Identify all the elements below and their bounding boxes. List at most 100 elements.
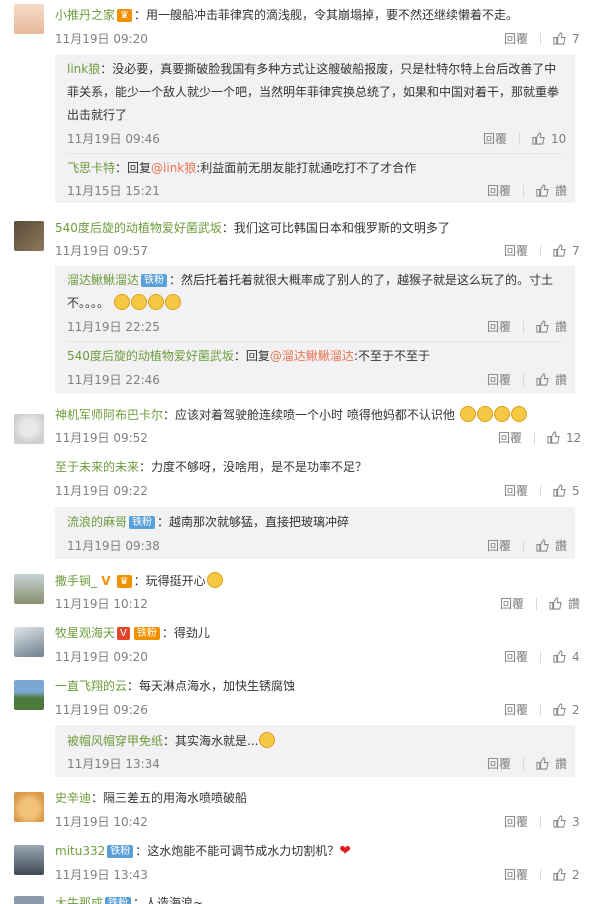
like-count: 2 (572, 867, 580, 882)
comment-text: ：其实海水就是... (163, 734, 259, 748)
username[interactable]: 撒手锏_ (55, 574, 97, 588)
username[interactable]: 溜达鰍鰍溜达 (67, 273, 139, 287)
thumbs-up-icon (553, 868, 566, 881)
thumbs-up-icon (536, 373, 549, 386)
mention-link[interactable]: @溜达鰍鰍溜达 (270, 349, 354, 363)
like-button[interactable]: 讚 (549, 595, 580, 612)
thumbs-up-icon (549, 597, 562, 610)
avatar[interactable] (14, 792, 44, 822)
timestamp: 11月15日 15:21 (67, 184, 160, 198)
avatar[interactable] (14, 896, 44, 904)
fan-badge: 铁粉 (107, 845, 134, 858)
laughing-emoji-icon (113, 294, 181, 310)
comment-actions: 回覆 讚 (487, 318, 567, 335)
reply-button[interactable]: 回覆 (504, 30, 528, 47)
timestamp: 11月19日 09:20 (55, 32, 148, 46)
like-button[interactable]: 5 (553, 484, 580, 498)
heart-icon: ❤ (339, 843, 351, 859)
like-button[interactable]: 12 (547, 431, 581, 445)
reply-button[interactable]: 回覆 (504, 648, 528, 665)
like-button[interactable]: 10 (532, 132, 566, 146)
username[interactable]: 540度后旋的动植物爱好菌武坂 (67, 349, 234, 363)
username[interactable]: link狼 (67, 62, 100, 76)
comment-text: ：没必要，真要撕破脸我国有多种方式让这艘破船报废，只是杜特尔特上台后改善了中菲关… (67, 62, 560, 122)
comment-actions: 回覆 讚 (487, 755, 567, 772)
reply-button[interactable]: 回覆 (504, 701, 528, 718)
like-button[interactable]: 讚 (536, 755, 567, 772)
username[interactable]: 史辛迪 (55, 791, 91, 805)
comment-actions: 回覆 7 (504, 30, 580, 47)
avatar[interactable] (14, 221, 44, 251)
thumbs-up-icon (547, 431, 560, 444)
like-button[interactable]: 讚 (536, 371, 567, 388)
mention-link[interactable]: @link狼 (151, 161, 196, 175)
timestamp: 11月19日 09:52 (55, 431, 148, 445)
fan-badge: 铁粉 (105, 897, 132, 904)
like-button[interactable]: 讚 (536, 318, 567, 335)
timestamp: 11月19日 22:25 (67, 320, 160, 334)
avatar[interactable] (14, 680, 44, 710)
comment-text: ：越南那次就够猛，直接把玻璃冲碎 (157, 515, 350, 529)
comment: 撒手锏_ V ♛ ：玩得挺开心 11月19日 10:12 回覆 讚 (0, 566, 595, 616)
like-label: 讚 (555, 373, 568, 387)
username[interactable]: 一直飞翔的云 (55, 679, 127, 693)
like-count: 7 (572, 243, 580, 258)
timestamp: 11月19日 10:42 (55, 815, 148, 829)
comment-text: ：每天淋点海水，加快生锈腐蚀 (127, 679, 296, 693)
comment-actions: 回覆 讚 (487, 537, 567, 554)
reply-prefix: ：回复 (115, 161, 152, 175)
username[interactable]: 流浪的麻哥 (67, 515, 127, 529)
reply-button[interactable]: 回覆 (487, 182, 511, 199)
reply-button[interactable]: 回覆 (487, 755, 511, 772)
like-button[interactable]: 讚 (536, 182, 567, 199)
vip-icon: V (97, 574, 115, 588)
username[interactable]: 大牛那成 (55, 896, 103, 904)
reply-thread: 溜达鰍鰍溜达 铁粉 ：然后托着托着就很大概率成了别人的了，越猴子就是这么玩了的。寸土… (55, 266, 575, 394)
reply-button[interactable]: 回覆 (504, 813, 528, 830)
reply-button[interactable]: 回覆 (504, 482, 528, 499)
avatar[interactable] (14, 845, 44, 875)
username[interactable]: 神机军师阿布巴卡尔 (55, 408, 163, 422)
username[interactable]: 被帽风帽穿甲免纸 (67, 734, 163, 748)
reply-button[interactable]: 回覆 (483, 130, 507, 147)
reply-button[interactable]: 回覆 (487, 371, 511, 388)
comment: 史辛迪：隔三差五的用海水喷喷破船 11月19日 10:42 回覆 3 (0, 784, 595, 834)
like-count: 12 (566, 430, 582, 445)
reply-button[interactable]: 回覆 (504, 242, 528, 259)
avatar[interactable] (14, 4, 44, 34)
timestamp: 11月19日 10:12 (55, 597, 148, 611)
reply-button[interactable]: 回覆 (487, 318, 511, 335)
comment: 小推丹之家 ♛ ：用一艘船冲击菲律宾的滴浅舰，令其崩塌掉，要不然还继续懒着不走。 1… (0, 0, 595, 52)
thumbs-up-icon (553, 32, 566, 45)
like-button[interactable]: 7 (553, 32, 580, 46)
reply-button[interactable]: 回覆 (487, 537, 511, 554)
tongue-emoji-icon (259, 732, 276, 748)
fan-badge: 铁粉 (133, 627, 160, 640)
comment-text: ：应该对着驾驶舱连续喷一个小时 喷得他妈都不认识他 (163, 408, 455, 422)
reply-button[interactable]: 回覆 (504, 866, 528, 883)
reply-thread: 流浪的麻哥 铁粉 ：越南那次就够猛，直接把玻璃冲碎 11月19日 09:38 回覆 … (55, 507, 575, 559)
avatar[interactable] (14, 574, 44, 604)
comment-text: ：力度不够呀，没啥用，是不是功率不足？ (139, 460, 368, 474)
avatar[interactable] (14, 414, 44, 444)
comment-actions: 回覆 7 (504, 242, 580, 259)
username[interactable]: 540度后旋的动植物爱好菌武坂 (55, 221, 222, 235)
timestamp: 11月19日 09:46 (67, 132, 160, 146)
like-button[interactable]: 4 (553, 650, 580, 664)
username[interactable]: mitu332 (55, 844, 105, 858)
avatar[interactable] (14, 627, 44, 657)
username[interactable]: 至于未来的未来 (55, 460, 139, 474)
comment-actions: 回覆 10 (483, 130, 566, 147)
fan-badge: 铁粉 (141, 274, 168, 287)
username[interactable]: 小推丹之家 (55, 8, 115, 22)
username[interactable]: 飞思卡特 (67, 161, 115, 175)
like-button[interactable]: 3 (553, 815, 580, 829)
reply-button[interactable]: 回覆 (498, 429, 522, 446)
like-button[interactable]: 2 (553, 703, 580, 717)
thumbs-up-icon (553, 650, 566, 663)
username[interactable]: 牧星观海天 (55, 626, 115, 640)
like-button[interactable]: 讚 (536, 537, 567, 554)
reply-button[interactable]: 回覆 (500, 595, 524, 612)
like-button[interactable]: 2 (553, 868, 580, 882)
like-button[interactable]: 7 (553, 244, 580, 258)
